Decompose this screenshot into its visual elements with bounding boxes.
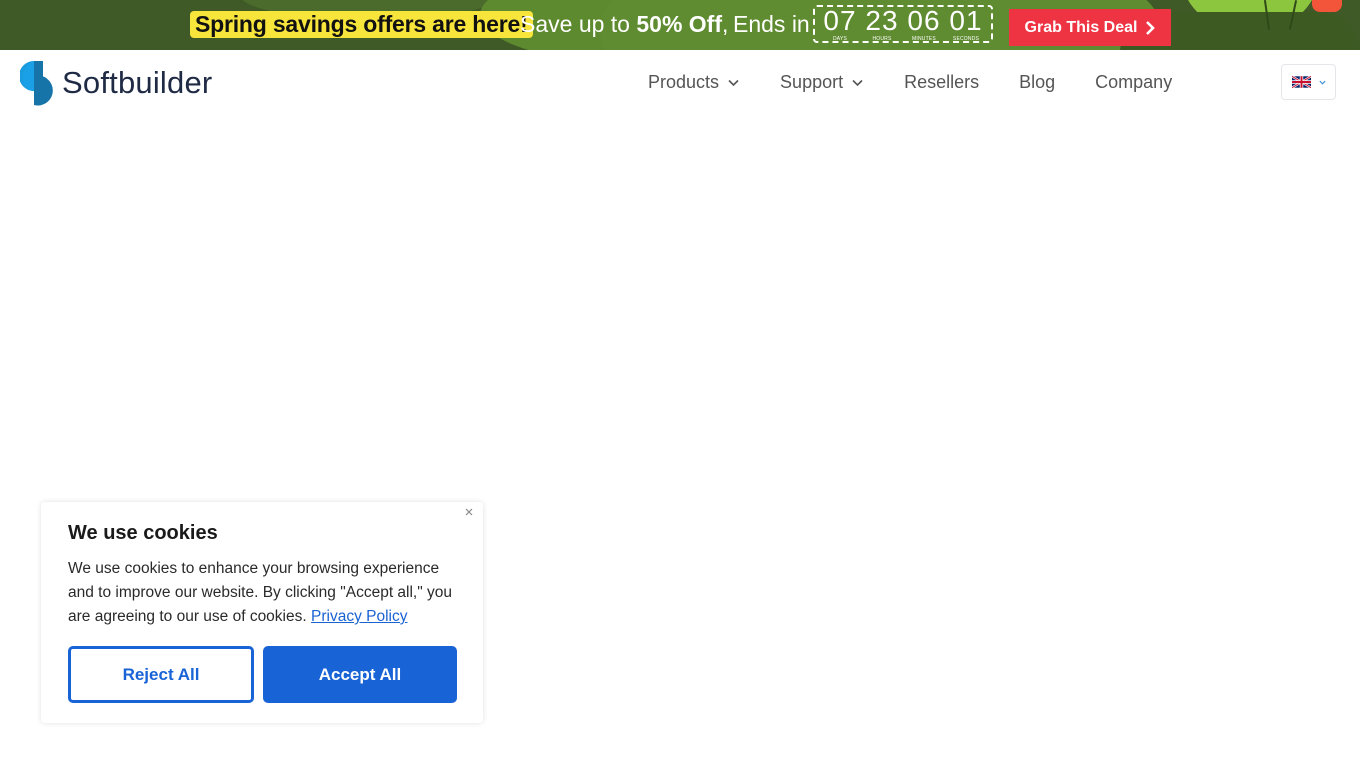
nav-item-products[interactable]: Products: [648, 72, 739, 93]
countdown-seconds: 01 SECONDS: [946, 5, 986, 43]
promo-banner: Spring savings offers are here! Save up …: [0, 0, 1360, 50]
promo-offer-text: Save up to 50% Off,: [520, 11, 728, 38]
main-nav: Products Support Resellers Blog Company: [648, 72, 1172, 93]
nav-item-label: Resellers: [904, 72, 980, 92]
nav-item-label: Blog: [1019, 72, 1056, 92]
nav-item-company[interactable]: Company: [1095, 72, 1172, 93]
nav-item-label: Company: [1095, 72, 1173, 92]
countdown-value: 23: [865, 5, 899, 36]
cookie-consent-dialog: We use cookies We use cookies to enhance…: [41, 502, 483, 723]
countdown-label: SECONDS: [952, 36, 980, 42]
cookie-title: We use cookies: [68, 522, 218, 544]
nav-item-resellers[interactable]: Resellers: [904, 72, 979, 93]
countdown-label: MINUTES: [912, 36, 936, 42]
countdown-value: 01: [949, 5, 983, 36]
reject-all-button[interactable]: Reject All: [68, 646, 254, 703]
close-icon[interactable]: [463, 506, 475, 518]
countdown-minutes: 06 MINUTES: [904, 5, 944, 43]
nav-item-blog[interactable]: Blog: [1019, 72, 1055, 93]
nav-item-support[interactable]: Support: [780, 72, 863, 93]
softbuilder-logo-icon: [20, 61, 53, 106]
countdown-label: DAYS: [832, 36, 848, 42]
countdown-value: 06: [907, 5, 941, 36]
promo-discount: 50% Off: [636, 11, 722, 37]
countdown-timer: 07 DAYS 23 HOURS 06 MINUTES 01 SECONDS: [813, 5, 993, 43]
grab-deal-label: Grab This Deal: [1024, 18, 1138, 36]
cookie-description: We use cookies to enhance your browsing …: [68, 557, 468, 629]
nav-item-label: Support: [780, 72, 844, 92]
promo-ends-label: Ends in: [733, 11, 810, 37]
promo-headline: Spring savings offers are here!: [190, 11, 533, 38]
chevron-down-icon: [1318, 80, 1326, 85]
countdown-label: HOURS: [872, 36, 892, 42]
brand-name: Softbuilder: [62, 65, 213, 100]
countdown-days: 07 DAYS: [820, 5, 860, 43]
brand-logo[interactable]: Softbuilder: [20, 60, 212, 106]
language-selector[interactable]: [1281, 64, 1336, 100]
promo-offer-prefix: Save up to: [520, 11, 637, 37]
countdown-hours: 23 HOURS: [862, 5, 902, 43]
promo-offer-suffix: ,: [722, 11, 729, 37]
accept-all-button[interactable]: Accept All: [263, 646, 457, 703]
grab-deal-button[interactable]: Grab This Deal: [1009, 9, 1171, 46]
chevron-down-icon: [728, 79, 739, 86]
countdown-value: 07: [823, 5, 857, 36]
chevron-right-icon: [1146, 20, 1156, 35]
site-header: Softbuilder Products Support Resellers B…: [0, 50, 1360, 116]
chevron-down-icon: [852, 79, 863, 86]
privacy-policy-link[interactable]: Privacy Policy: [311, 608, 407, 625]
nav-item-label: Products: [648, 72, 720, 92]
uk-flag-icon: [1291, 76, 1311, 88]
